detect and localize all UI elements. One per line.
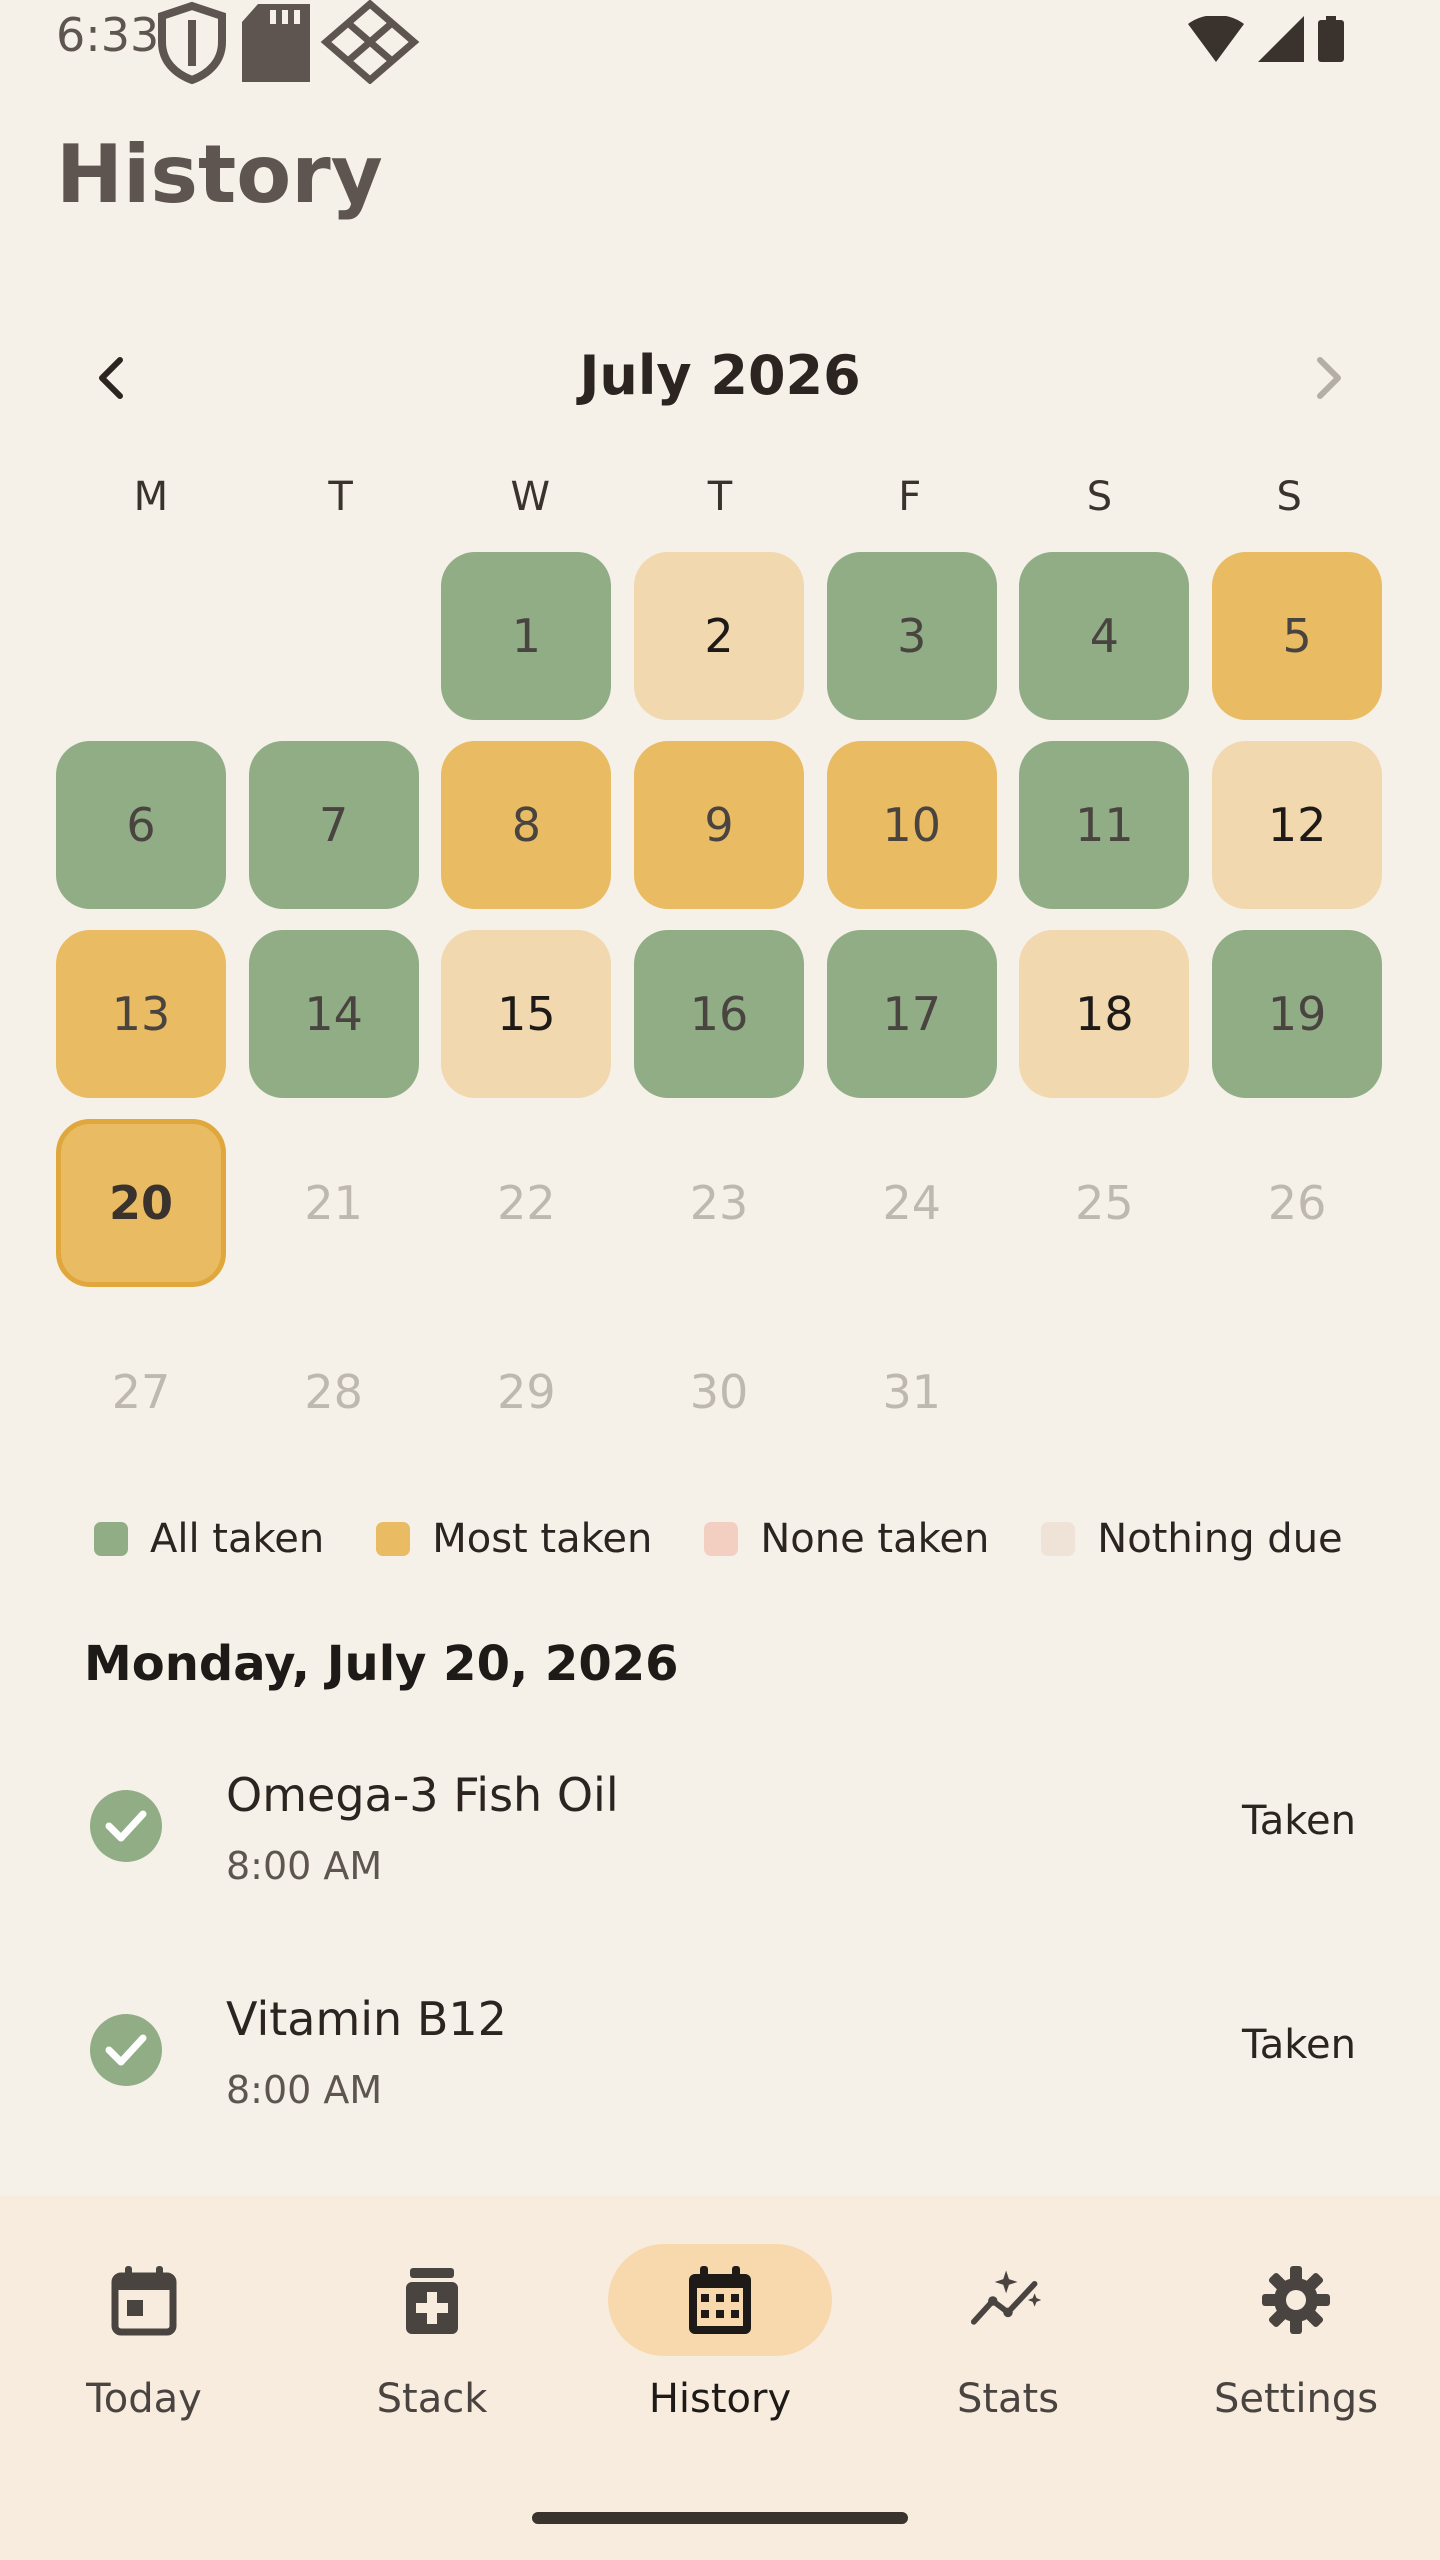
calendar-day[interactable]: 6 (56, 741, 226, 909)
calendar-day[interactable]: 25 (1019, 1119, 1189, 1287)
calendar-day[interactable]: 30 (634, 1308, 804, 1476)
nav-item-stats[interactable]: Stats (864, 2244, 1152, 2444)
legend-item-all-taken: All taken (94, 1516, 324, 1562)
trending-sparkle-icon (970, 2262, 1046, 2338)
weekday-label: S (1086, 474, 1113, 520)
calendar-day[interactable]: 21 (249, 1119, 419, 1287)
dose-status: Taken (1241, 1798, 1356, 1844)
diamond-pattern-icon (320, 0, 420, 88)
status-icons-right (1188, 15, 1344, 66)
dose-name: Vitamin B12 (226, 1992, 507, 2046)
page-title: History (56, 128, 383, 221)
calendar-day[interactable]: 23 (634, 1119, 804, 1287)
legend-swatch (94, 1522, 128, 1556)
weekday-label: F (898, 474, 922, 520)
status-icons-left (152, 0, 420, 88)
calendar-day[interactable]: 14 (248, 930, 419, 1098)
legend-swatch (1041, 1522, 1076, 1556)
calendar-day[interactable]: 13 (56, 930, 226, 1098)
calendar-day[interactable]: 3 (826, 552, 997, 720)
legend-label: Most taken (432, 1516, 653, 1562)
calendar-day[interactable]: 1 (441, 552, 612, 720)
legend-swatch (376, 1522, 411, 1556)
nav-label: Settings (1213, 2376, 1379, 2422)
calendar-day[interactable]: 24 (827, 1119, 997, 1287)
chevron-right-icon (1308, 354, 1348, 406)
dose-status: Taken (1241, 2022, 1356, 2068)
calendar-day[interactable]: 22 (441, 1119, 611, 1287)
dose-time: 8:00 AM (226, 2068, 383, 2112)
calendar-day[interactable]: 2 (634, 552, 805, 720)
calendar-day[interactable]: 10 (826, 741, 997, 909)
nav-label: Today (86, 2376, 202, 2422)
medicine-bottle-icon (394, 2262, 470, 2338)
nav-label: Stack (376, 2376, 488, 2422)
calendar-day[interactable]: 29 (441, 1308, 611, 1476)
calendar-day[interactable]: 19 (1212, 930, 1383, 1098)
wifi-icon (1188, 15, 1244, 66)
calendar-day[interactable]: 20 (56, 1119, 226, 1287)
check-circle-icon (90, 1790, 162, 1862)
nav-item-history[interactable]: History (576, 2244, 864, 2444)
calendar-month-icon (682, 2262, 758, 2338)
calendar-day[interactable]: 26 (1212, 1119, 1382, 1287)
selected-date-heading: Monday, July 20, 2026 (84, 1636, 679, 1692)
month-navigation: July 2026 (0, 330, 1440, 430)
legend-item-nothing-due: Nothing due (1041, 1516, 1343, 1562)
legend-label: None taken (760, 1516, 990, 1562)
legend-label: Nothing due (1097, 1516, 1343, 1562)
sd-card-icon (236, 0, 316, 88)
nav-label: History (648, 2376, 792, 2422)
calendar-today-icon (106, 2262, 182, 2338)
next-month-button[interactable] (1298, 350, 1358, 410)
nav-item-stack[interactable]: Stack (288, 2244, 576, 2444)
weekday-label: T (328, 474, 353, 520)
calendar-day[interactable]: 18 (1019, 930, 1190, 1098)
gear-icon (1258, 2262, 1334, 2338)
bottom-navigation: Today Stack History Stats Settings (0, 2196, 1440, 2560)
calendar-day[interactable]: 11 (1019, 741, 1190, 909)
calendar-day[interactable]: 12 (1212, 741, 1383, 909)
calendar-day[interactable]: 5 (1212, 552, 1383, 720)
battery-icon (1318, 16, 1344, 66)
calendar-day[interactable]: 8 (441, 741, 612, 909)
home-indicator[interactable] (532, 2512, 908, 2524)
dose-name: Omega-3 Fish Oil (226, 1768, 619, 1822)
dose-time: 8:00 AM (226, 1844, 383, 1888)
weekday-label: M (133, 474, 169, 520)
status-time: 6:33 (56, 8, 160, 62)
month-label: July 2026 (579, 344, 861, 407)
weekday-header: M T W T F S S (56, 474, 1384, 520)
nav-item-settings[interactable]: Settings (1152, 2244, 1440, 2444)
legend-label: All taken (150, 1516, 325, 1562)
dose-list-item[interactable]: Vitamin B12 8:00 AM Taken (0, 1974, 1440, 2154)
nav-label: Stats (956, 2376, 1060, 2422)
shield-icon (152, 0, 232, 88)
nav-item-today[interactable]: Today (0, 2244, 288, 2444)
calendar-day[interactable]: 31 (827, 1308, 997, 1476)
weekday-label: W (510, 474, 551, 520)
legend-swatch (704, 1522, 739, 1556)
calendar-day[interactable]: 16 (634, 930, 805, 1098)
calendar-grid: 1 2 3 4 5 6 7 8 9 10 11 12 13 14 15 16 17 18 19 20 21 22 23 24 2… (56, 552, 1383, 1476)
legend: All taken Most taken None taken Nothing … (94, 1516, 1395, 1562)
status-bar: 6:33 (0, 0, 1440, 85)
calendar-day[interactable]: 4 (1019, 552, 1190, 720)
weekday-label: S (1276, 474, 1302, 520)
calendar-day[interactable]: 15 (441, 930, 612, 1098)
check-circle-icon (90, 2014, 162, 2086)
legend-item-none-taken: None taken (704, 1516, 989, 1562)
calendar-day[interactable]: 27 (56, 1308, 226, 1476)
calendar-day[interactable]: 9 (634, 741, 805, 909)
weekday-label: T (707, 474, 733, 520)
legend-item-most-taken: Most taken (376, 1516, 652, 1562)
calendar-day[interactable]: 7 (248, 741, 419, 909)
calendar-day[interactable]: 28 (249, 1308, 419, 1476)
dose-list-item[interactable]: Omega-3 Fish Oil 8:00 AM Taken (0, 1750, 1440, 1930)
signal-icon (1258, 16, 1304, 66)
calendar-day[interactable]: 17 (826, 930, 997, 1098)
